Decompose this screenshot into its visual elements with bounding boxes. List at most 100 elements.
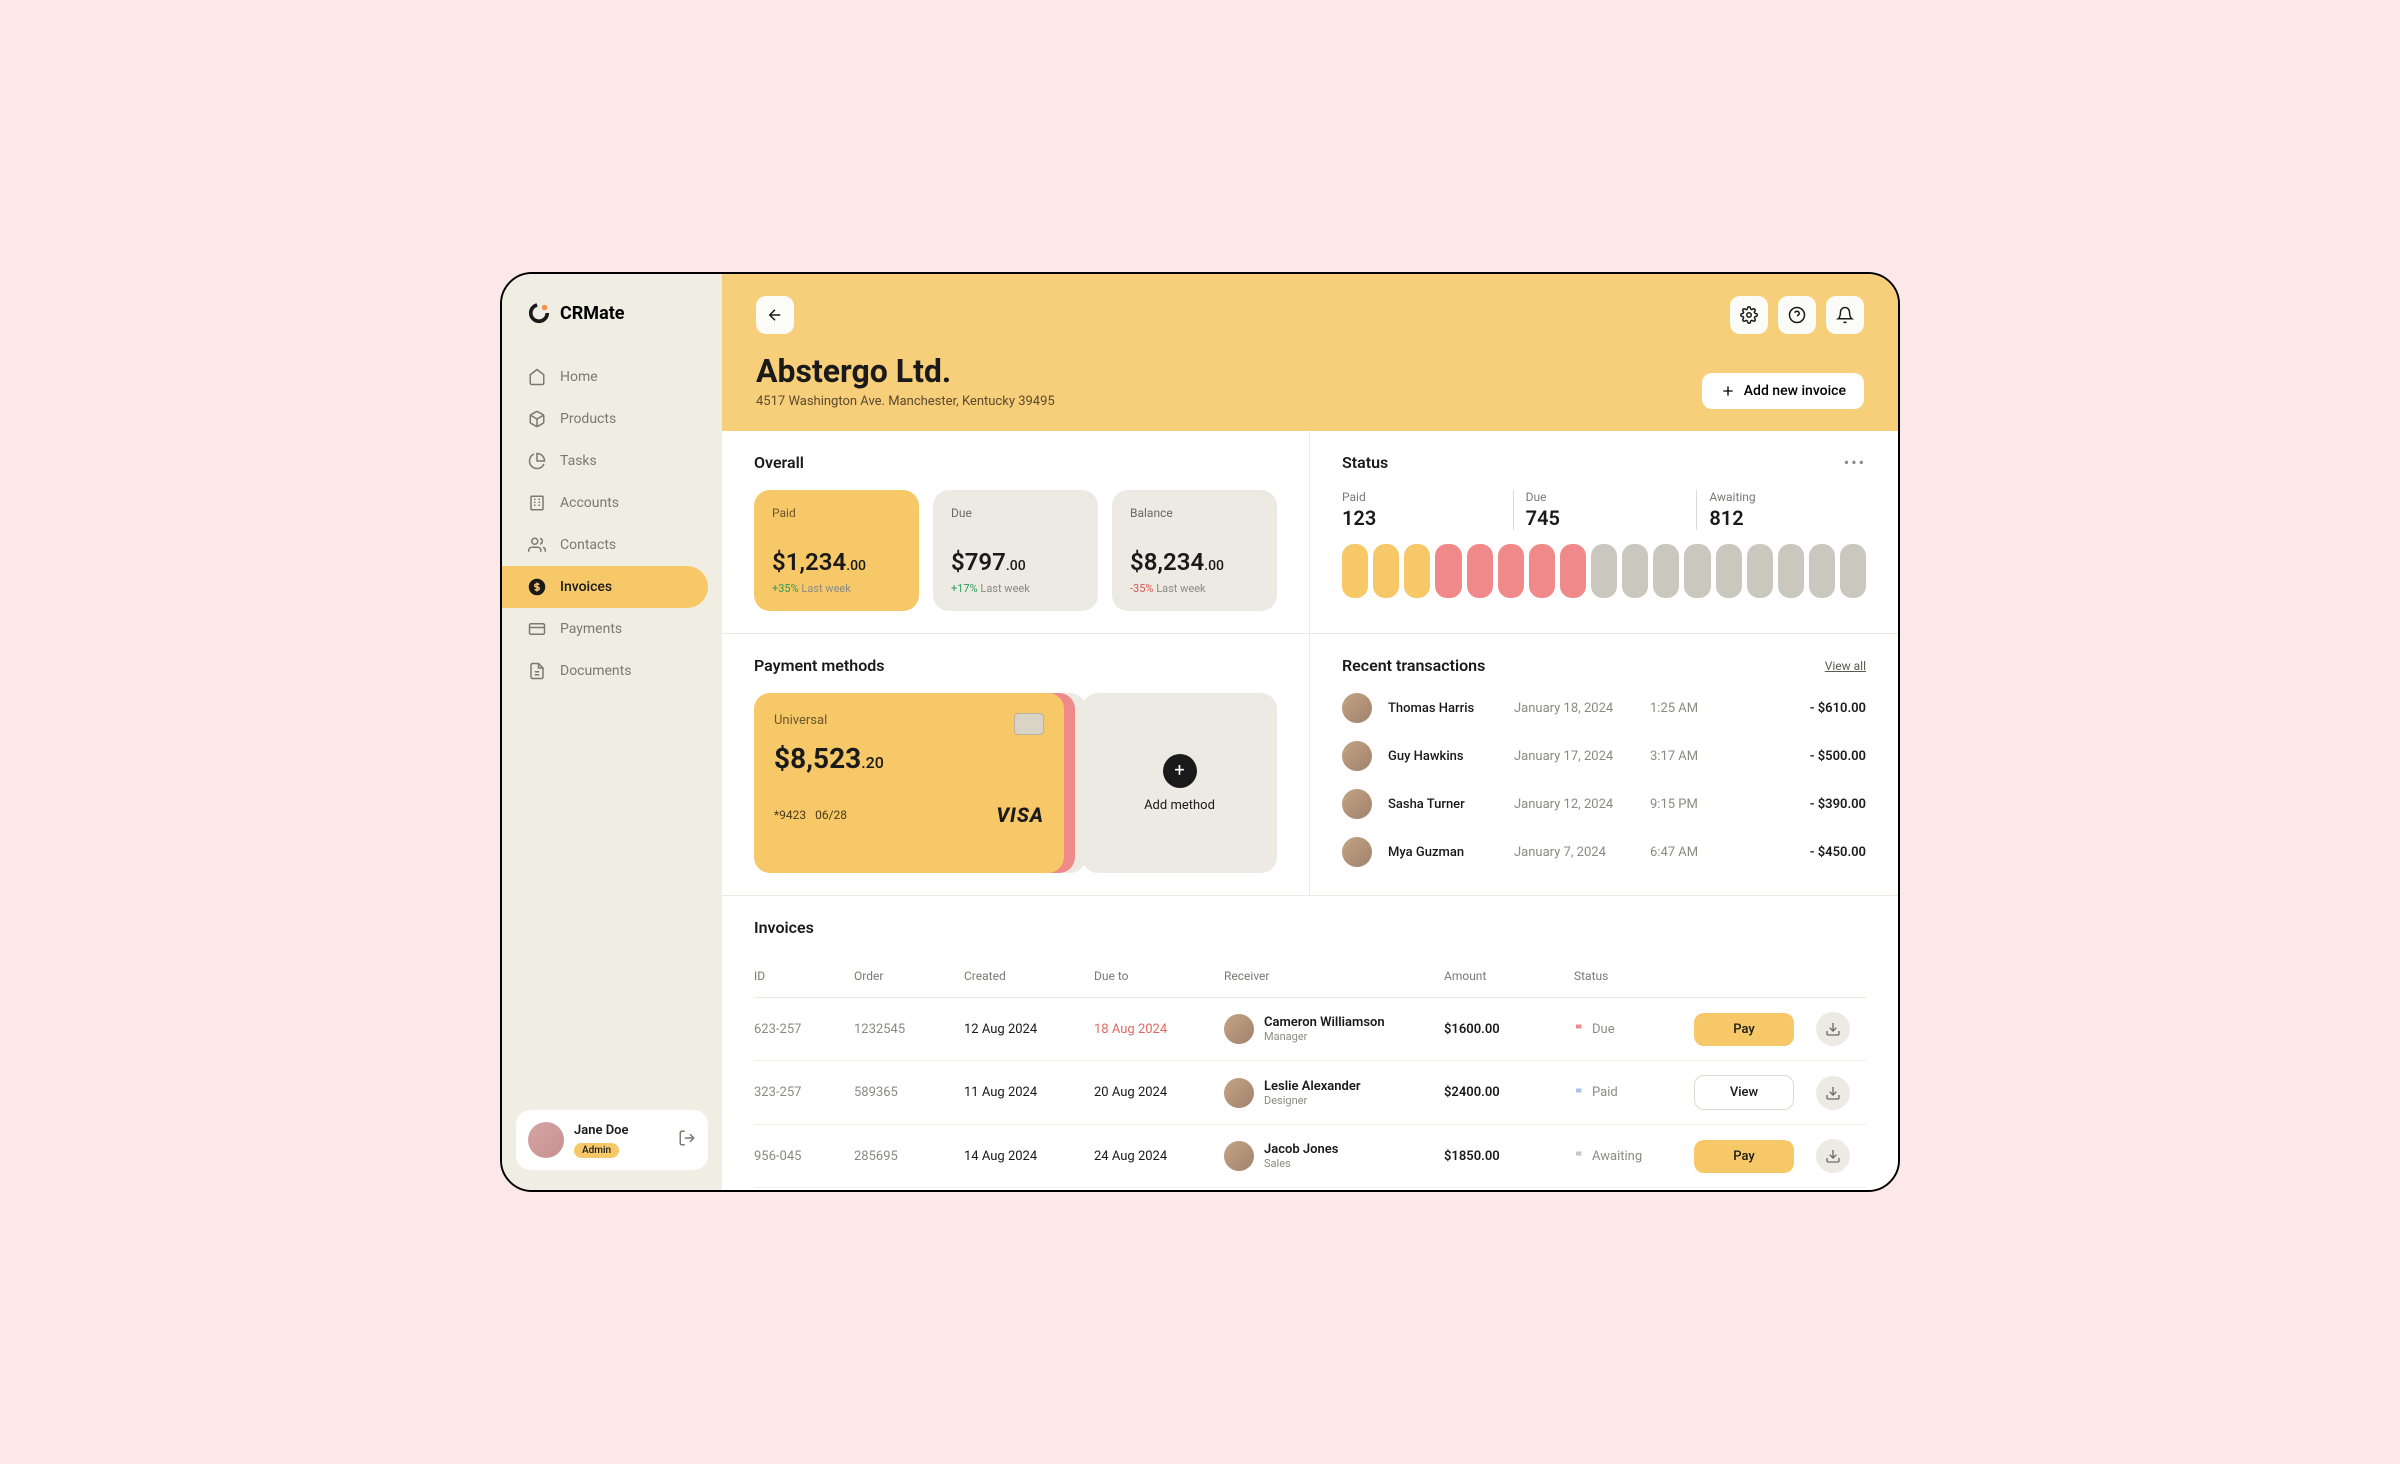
sidebar-item-tasks[interactable]: Tasks <box>502 440 722 482</box>
view-button[interactable]: View <box>1694 1075 1794 1110</box>
status-grid: Paid123Due745Awaiting812 <box>1342 490 1866 530</box>
invoices-panel: Invoices ID Order Created Due to Receive… <box>722 896 1898 1190</box>
receiver-name: Leslie Alexander <box>1264 1079 1361 1094</box>
transaction-date: January 17, 2024 <box>1514 749 1634 764</box>
user-card: Jane Doe Admin <box>516 1110 708 1170</box>
card-balance: $8,523.20 <box>774 742 1044 775</box>
status-bar <box>1560 544 1586 598</box>
flag-icon <box>1574 1023 1586 1035</box>
sidebar-item-home[interactable]: Home <box>502 356 722 398</box>
flag-icon <box>1574 1087 1586 1099</box>
user-avatar <box>528 1122 564 1158</box>
help-button[interactable] <box>1778 296 1816 334</box>
download-button[interactable] <box>1816 1139 1850 1173</box>
transactions-list: Thomas Harris January 18, 2024 1:25 AM -… <box>1342 693 1866 867</box>
transaction-row[interactable]: Mya Guzman January 7, 2024 6:47 AM - $45… <box>1342 837 1866 867</box>
status-bar <box>1435 544 1461 598</box>
avatar <box>1342 837 1372 867</box>
th-amount: Amount <box>1444 969 1564 983</box>
sidebar-item-documents[interactable]: Documents <box>502 650 722 692</box>
pay-button[interactable]: Pay <box>1694 1013 1794 1046</box>
stat-card-balance[interactable]: Balance $8,234.00 -35% Last week <box>1112 490 1277 611</box>
nav-label: Payments <box>560 621 622 637</box>
card-icon <box>528 620 546 638</box>
receiver-role: Manager <box>1264 1030 1385 1043</box>
pay-button[interactable]: Pay <box>1694 1140 1794 1173</box>
transaction-row[interactable]: Sasha Turner January 12, 2024 9:15 PM - … <box>1342 789 1866 819</box>
transaction-time: 1:25 AM <box>1650 701 1715 716</box>
back-button[interactable] <box>756 296 794 334</box>
receiver-role: Designer <box>1264 1094 1361 1107</box>
transaction-row[interactable]: Thomas Harris January 18, 2024 1:25 AM -… <box>1342 693 1866 723</box>
status-bar <box>1809 544 1835 598</box>
status-label: Paid <box>1342 490 1499 504</box>
home-icon <box>528 368 546 386</box>
nav-label: Home <box>560 369 598 385</box>
payment-card-stack[interactable]: Universal $8,523.20 *9423 06/28 VISA <box>754 693 1064 873</box>
box-icon <box>528 410 546 428</box>
stat-card-due[interactable]: Due $797.00 +17% Last week <box>933 490 1098 611</box>
invoice-amount: $2400.00 <box>1444 1085 1564 1100</box>
status-more-button[interactable]: ••• <box>1844 453 1866 472</box>
status-panel: Status ••• Paid123Due745Awaiting812 <box>1310 431 1898 634</box>
invoice-due: 18 Aug 2024 <box>1094 1022 1214 1037</box>
stat-label: Paid <box>772 506 901 520</box>
transaction-amount: - $450.00 <box>1731 845 1866 860</box>
logout-button[interactable] <box>678 1129 696 1151</box>
stat-value: $797.00 <box>951 548 1080 576</box>
invoice-created: 12 Aug 2024 <box>964 1022 1084 1037</box>
avatar <box>1224 1078 1254 1108</box>
status-bar <box>1373 544 1399 598</box>
receiver-name: Cameron Williamson <box>1264 1015 1385 1030</box>
sidebar-item-payments[interactable]: Payments <box>502 608 722 650</box>
transaction-time: 9:15 PM <box>1650 797 1715 812</box>
header-actions <box>1730 296 1864 334</box>
user-meta: Jane Doe Admin <box>574 1123 668 1158</box>
invoices-title: Invoices <box>754 918 1866 937</box>
brand-name: CRMate <box>560 303 625 324</box>
invoice-receiver: Jacob JonesSales <box>1224 1141 1434 1171</box>
transaction-date: January 18, 2024 <box>1514 701 1634 716</box>
sidebar-item-products[interactable]: Products <box>502 398 722 440</box>
transaction-name: Guy Hawkins <box>1388 749 1498 764</box>
receiver-name: Jacob Jones <box>1264 1142 1338 1157</box>
download-button[interactable] <box>1816 1012 1850 1046</box>
transaction-row[interactable]: Guy Hawkins January 17, 2024 3:17 AM - $… <box>1342 741 1866 771</box>
status-item-due: Due745 <box>1513 490 1683 530</box>
add-method-button[interactable]: + Add method <box>1082 693 1277 873</box>
view-all-link[interactable]: View all <box>1825 659 1866 673</box>
nav-label: Tasks <box>560 453 597 469</box>
sidebar-item-accounts[interactable]: Accounts <box>502 482 722 524</box>
status-value: 123 <box>1342 506 1499 530</box>
transaction-name: Sasha Turner <box>1388 797 1498 812</box>
sidebar-item-invoices[interactable]: Invoices <box>502 566 708 608</box>
invoice-created: 11 Aug 2024 <box>964 1085 1084 1100</box>
sidebar-item-contacts[interactable]: Contacts <box>502 524 722 566</box>
status-label: Due <box>1526 490 1683 504</box>
stat-card-paid[interactable]: Paid $1,234.00 +35% Last week <box>754 490 919 611</box>
transactions-panel: Recent transactions View all Thomas Harr… <box>1310 634 1898 896</box>
settings-button[interactable] <box>1730 296 1768 334</box>
stat-label: Due <box>951 506 1080 520</box>
status-bar <box>1778 544 1804 598</box>
status-bar <box>1591 544 1617 598</box>
plus-circle-icon: + <box>1163 754 1197 788</box>
notifications-button[interactable] <box>1826 296 1864 334</box>
user-role-badge: Admin <box>574 1143 619 1158</box>
building-icon <box>528 494 546 512</box>
status-bar <box>1716 544 1742 598</box>
invoice-header-row: ID Order Created Due to Receiver Amount … <box>754 955 1866 998</box>
nav-label: Accounts <box>560 495 619 511</box>
th-receiver: Receiver <box>1224 969 1434 983</box>
add-invoice-button[interactable]: Add new invoice <box>1702 373 1864 409</box>
status-bar <box>1498 544 1524 598</box>
invoice-status: Paid <box>1574 1085 1684 1100</box>
overall-cards: Paid $1,234.00 +35% Last weekDue $797.00… <box>754 490 1277 611</box>
th-order: Order <box>854 969 954 983</box>
logo: CRMate <box>502 302 722 344</box>
invoice-due: 20 Aug 2024 <box>1094 1085 1214 1100</box>
invoice-created: 14 Aug 2024 <box>964 1149 1084 1164</box>
download-button[interactable] <box>1816 1076 1850 1110</box>
invoice-row: 623-257 1232545 12 Aug 2024 18 Aug 2024 … <box>754 998 1866 1061</box>
status-label: Awaiting <box>1709 490 1866 504</box>
